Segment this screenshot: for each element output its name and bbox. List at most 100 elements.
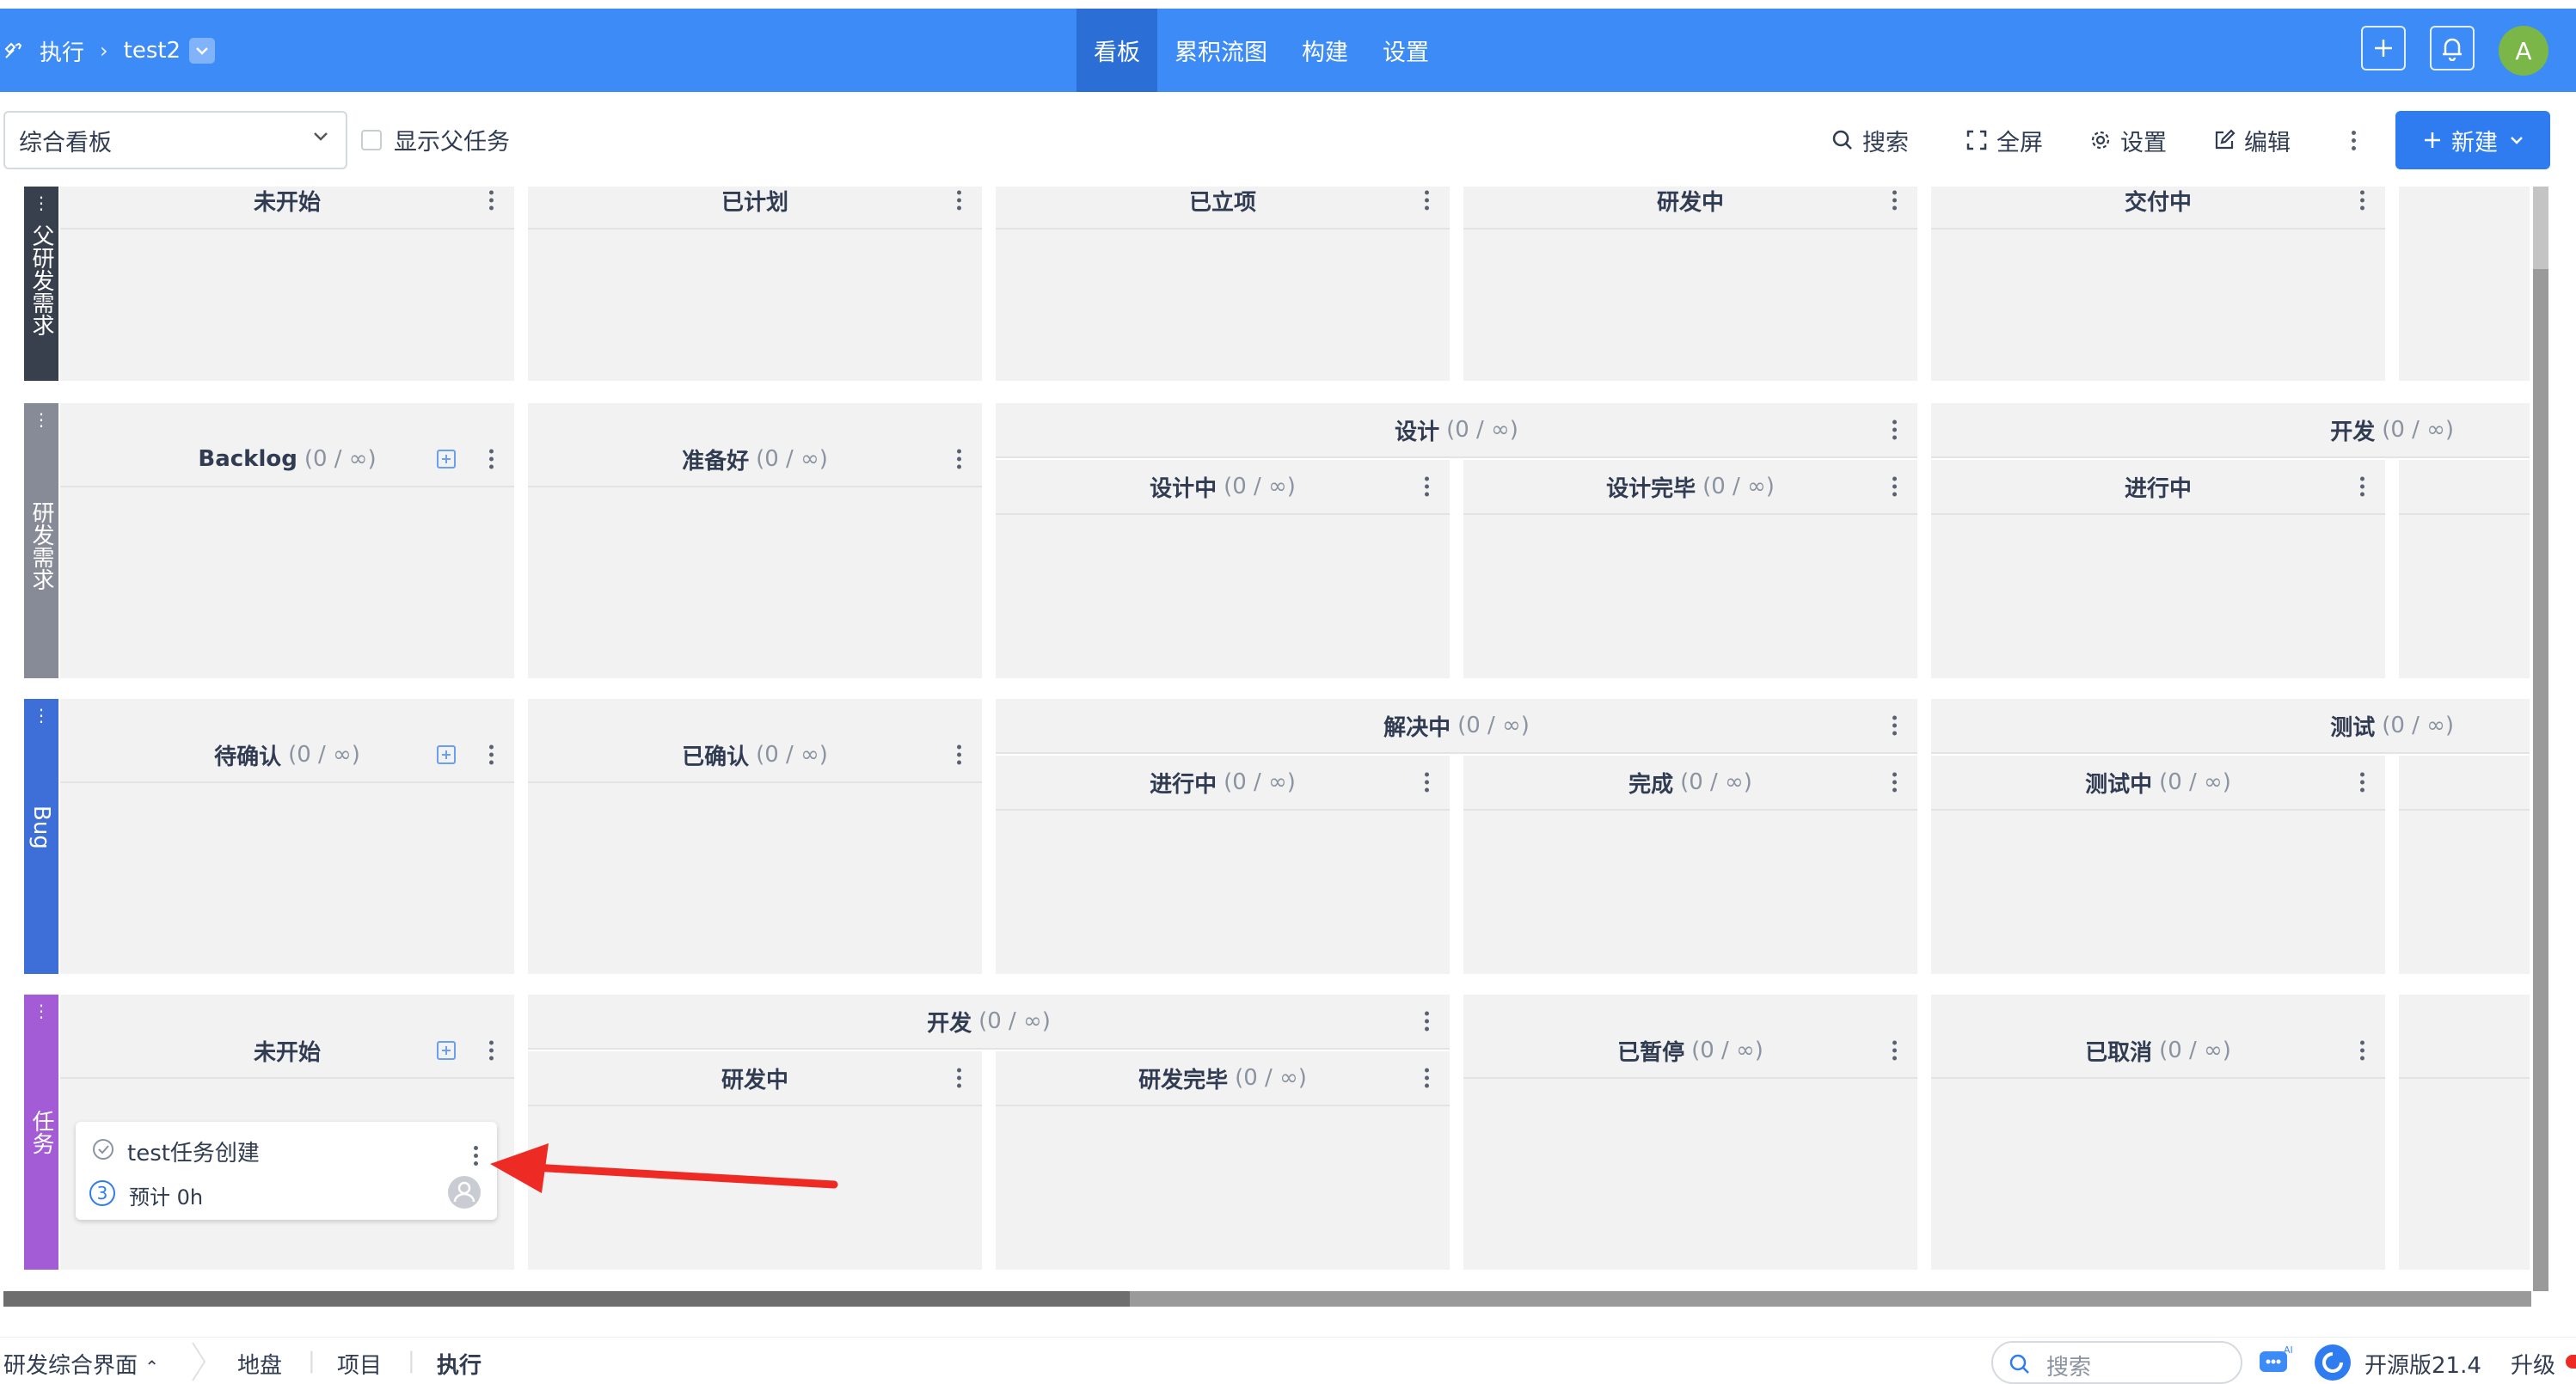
more-vertical-icon[interactable] [488, 744, 494, 765]
lane-requirement[interactable]: ⋮ 研发需求 [24, 403, 58, 678]
more-vertical-icon[interactable] [1424, 1011, 1429, 1032]
board-column: 交付中 [1931, 187, 2385, 381]
board-column: 设计中 (0 / ∞) [996, 460, 1450, 678]
board-select[interactable]: 综合看板 [3, 111, 347, 169]
fullscreen-button[interactable]: 全屏 [1966, 123, 2043, 157]
tab-settings[interactable]: 设置 [1365, 9, 1446, 92]
column-count: (0 / ∞) [304, 446, 377, 472]
more-vertical-icon[interactable] [1892, 1040, 1897, 1061]
lane-task[interactable]: ⋮ 任务 [24, 995, 58, 1270]
column-count: (0 / ∞) [1691, 1038, 1763, 1063]
board-column: 已确认 (0 / ∞) [528, 699, 982, 974]
search-label: 搜索 [1862, 129, 1909, 156]
kanban-board: ⋮ 父研发需求 未开始 已计划 已立项 研发中 交付中 ⋮ 研发需求 Backl… [24, 187, 2530, 1270]
board-column-partial [2399, 756, 2530, 974]
more-vertical-icon[interactable] [956, 744, 961, 765]
add-card-icon[interactable] [437, 1041, 456, 1060]
column-title: 研发中 [1656, 189, 1724, 216]
more-vertical-icon[interactable] [473, 1146, 478, 1166]
add-card-icon[interactable] [437, 450, 456, 468]
more-actions-button[interactable] [2351, 123, 2356, 157]
more-vertical-icon [2351, 130, 2356, 150]
version-label[interactable]: 开源版21.4 [2364, 1348, 2481, 1380]
more-vertical-icon[interactable]: ⋮ [33, 1002, 50, 1020]
more-vertical-icon[interactable] [1892, 715, 1897, 736]
horizontal-scrollbar[interactable] [3, 1291, 2531, 1307]
breadcrumb-root[interactable]: 执行 [40, 35, 84, 67]
tab-board[interactable]: 看板 [1076, 9, 1157, 92]
board-column: 进行中 [1931, 460, 2385, 678]
column-title: 进行中 [2124, 475, 2192, 502]
assignee-avatar-icon[interactable] [447, 1175, 481, 1209]
tab-cumulative-flow[interactable]: 累积流图 [1157, 9, 1285, 92]
card-title[interactable]: test任务创建 [127, 1136, 260, 1167]
new-label: 新建 [2451, 129, 2498, 156]
add-button[interactable] [2361, 26, 2406, 70]
board-toolbar: 综合看板 显示父任务 搜索 全屏 设置 编辑 新建 [0, 92, 2576, 187]
board-column: 设计完毕 (0 / ∞) [1463, 460, 1917, 678]
app-menu[interactable]: 研发综合界面 ⌃ [3, 1348, 159, 1380]
edit-icon [2215, 129, 2236, 150]
board-column: 准备好 (0 / ∞) [528, 403, 982, 678]
global-search-input[interactable]: 搜索 [1991, 1341, 2242, 1384]
chevron-down-icon [2511, 137, 2523, 144]
new-button[interactable]: 新建 [2395, 111, 2550, 169]
plus-icon [2375, 40, 2392, 57]
more-vertical-icon[interactable] [1892, 476, 1897, 497]
more-vertical-icon[interactable] [1892, 190, 1897, 211]
more-vertical-icon[interactable] [1424, 772, 1429, 793]
more-vertical-icon[interactable] [956, 449, 961, 469]
scrollbar-thumb[interactable] [3, 1291, 1130, 1307]
more-vertical-icon[interactable] [488, 449, 494, 469]
add-card-icon[interactable] [437, 745, 456, 764]
more-vertical-icon[interactable] [1424, 476, 1429, 497]
upgrade-link[interactable]: 升级 [2511, 1348, 2555, 1380]
chevron-down-icon[interactable] [189, 38, 216, 64]
more-vertical-icon[interactable] [2359, 1040, 2364, 1061]
board-column-partial [2399, 995, 2530, 1270]
column-group-header: 测试 (0 / ∞) [1931, 699, 2530, 754]
show-parent-checkbox[interactable] [361, 130, 382, 150]
column-title: 待确认 [214, 744, 282, 770]
board-column: 研发中 [1463, 187, 1917, 381]
more-vertical-icon[interactable] [2359, 190, 2364, 211]
more-vertical-icon[interactable] [488, 1040, 494, 1061]
bottom-crumb-dashboard[interactable]: 地盘 [237, 1348, 282, 1380]
more-vertical-icon[interactable] [956, 1068, 961, 1088]
more-vertical-icon[interactable] [488, 190, 494, 211]
more-vertical-icon[interactable] [1424, 1068, 1429, 1088]
more-vertical-icon[interactable]: ⋮ [33, 194, 50, 211]
notification-dot [2566, 1355, 2576, 1369]
more-vertical-icon[interactable]: ⋮ [33, 411, 50, 428]
settings-button[interactable]: 设置 [2089, 123, 2167, 157]
bottom-crumb-project[interactable]: 项目 [337, 1348, 382, 1380]
more-vertical-icon[interactable] [1892, 419, 1897, 440]
more-vertical-icon[interactable] [2359, 476, 2364, 497]
tab-build[interactable]: 构建 [1285, 9, 1365, 92]
vertical-scrollbar[interactable] [2533, 187, 2548, 1291]
breadcrumb-current[interactable]: test2 [124, 38, 181, 64]
show-parent-label[interactable]: 显示父任务 [394, 123, 510, 156]
ai-chat-icon[interactable]: AI [2258, 1344, 2296, 1377]
edit-button[interactable]: 编辑 [2213, 123, 2291, 157]
board-column: 进行中 (0 / ∞) [996, 756, 1450, 974]
scrollbar-thumb[interactable] [2533, 187, 2548, 269]
lane-bug[interactable]: ⋮ Bug [24, 699, 58, 974]
search-button[interactable]: 搜索 [1831, 123, 1909, 157]
column-group: 解决中 (0 / ∞) [996, 699, 1917, 754]
user-avatar[interactable]: A [2499, 26, 2548, 76]
task-card[interactable]: test任务创建 3 预计 0h [76, 1122, 497, 1220]
column-title: 未开始 [253, 1039, 321, 1066]
bottom-crumb-execution[interactable]: 执行 [437, 1348, 481, 1380]
more-vertical-icon[interactable] [956, 190, 961, 211]
more-vertical-icon[interactable] [2359, 772, 2364, 793]
lane-parent-requirement[interactable]: ⋮ 父研发需求 [24, 187, 58, 381]
notification-button[interactable] [2430, 26, 2475, 70]
bottom-bar: 研发综合界面 ⌃ 地盘 | 项目 | 执行 搜索 AI 开源版21.4 升级 [0, 1337, 2576, 1384]
more-vertical-icon[interactable] [1424, 190, 1429, 211]
more-vertical-icon[interactable] [1892, 772, 1897, 793]
column-header [2399, 1024, 2530, 1079]
more-vertical-icon[interactable]: ⋮ [33, 707, 50, 724]
column-header: 设计完毕 (0 / ∞) [1463, 460, 1917, 515]
chevron-up-icon: ⌃ [144, 1356, 160, 1377]
